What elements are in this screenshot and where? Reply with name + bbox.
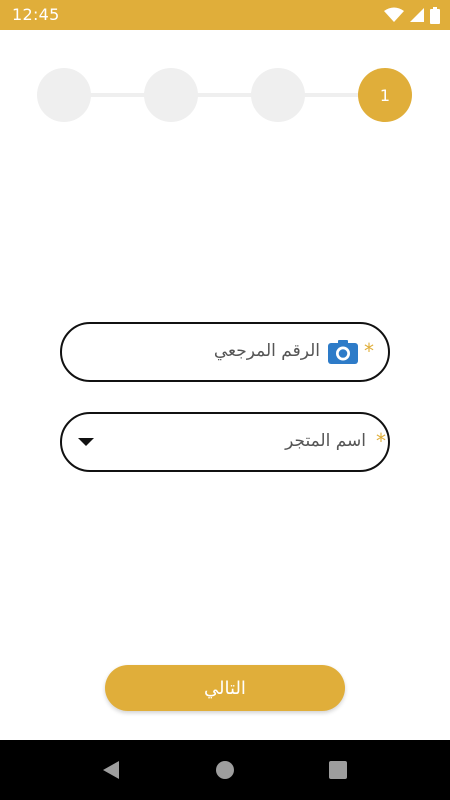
reference-number-label: الرقم المرجعي <box>213 341 320 361</box>
step-3 <box>144 68 198 122</box>
status-time: 12:45 <box>12 5 60 24</box>
required-mark: * <box>364 339 374 363</box>
progress-stepper: 1 <box>0 60 450 130</box>
status-icons <box>384 6 440 24</box>
camera-icon[interactable] <box>328 340 358 364</box>
step-2 <box>251 68 305 122</box>
next-button[interactable]: التالي <box>105 665 345 711</box>
status-bar: 12:45 <box>0 0 450 30</box>
wifi-icon <box>384 7 404 22</box>
step-4 <box>37 68 91 122</box>
step-1-current: 1 <box>358 68 412 122</box>
battery-icon <box>430 6 440 24</box>
navigation-bar <box>0 740 450 800</box>
signal-icon <box>410 8 424 22</box>
recents-icon[interactable] <box>328 760 348 780</box>
home-icon[interactable] <box>215 760 235 780</box>
required-mark: * <box>376 429 386 453</box>
reference-number-field[interactable]: * الرقم المرجعي <box>60 322 390 382</box>
back-icon[interactable] <box>101 760 121 780</box>
store-name-label: اسم المتجر <box>285 431 366 451</box>
stepper-line <box>64 93 386 97</box>
store-name-dropdown[interactable]: * اسم المتجر <box>60 412 390 472</box>
dropdown-arrow-icon[interactable] <box>78 438 94 446</box>
